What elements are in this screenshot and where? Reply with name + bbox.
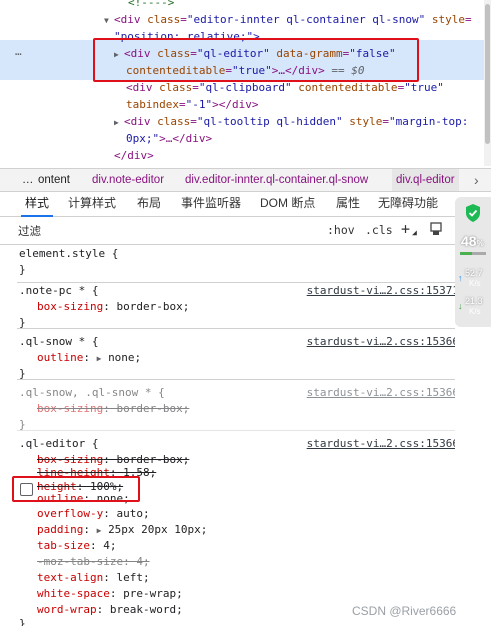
node-actions-ellipsis[interactable]: … [15,45,23,58]
rule-source-link[interactable]: stardust-vi…2.css:15366 [307,385,455,401]
red-annotation-box [12,476,140,502]
red-annotation-box [93,38,419,82]
rule-source-link[interactable]: stardust-vi…2.css:15366 [307,334,455,350]
tree-line-comment: <!----> [128,0,175,9]
style-property[interactable]: white-space: pre-wrap; [37,586,183,602]
tab-computed[interactable]: 计算样式 [68,191,116,216]
collapse-triangle-icon[interactable]: ▼ [104,12,114,29]
style-property[interactable]: text-align: left; [37,570,150,586]
rule-close-brace: } [19,617,26,626]
download-unit: K/s [469,307,481,316]
rule-source-link[interactable]: stardust-vi…2.css:15371 [307,283,455,299]
cpu-usage-fill [460,252,473,255]
tab-dom-breakpoints[interactable]: DOM 断点 [260,191,315,216]
new-rule-menu-icon[interactable]: ◢ [412,228,417,237]
styles-toolbar: 过滤 :hov .cls + ◢ [0,218,455,245]
sidebar-tabs: 样式 计算样式 布局 事件监听器 DOM 断点 属性 无障碍功能 [0,191,455,217]
download-speed: 21.3 [465,296,483,306]
tree-scrollbar[interactable] [484,0,491,166]
tree-line-close-div: </div> [114,149,154,162]
rule-selector[interactable]: .ql-snow * { [19,334,98,350]
upload-speed: 52.7 [465,268,483,278]
style-property[interactable]: word-wrap: break-word; [37,602,183,618]
system-monitor-widget[interactable]: 48% ↑ 52.7 K/s ↓ 21.3 K/s [455,197,491,327]
breadcrumb-item-content[interactable]: ontent [38,169,70,191]
tab-event-listeners[interactable]: 事件监听器 [181,191,241,216]
style-property[interactable]: padding: ▶ 25px 20px 10px; [37,522,207,538]
tab-styles[interactable]: 样式 [20,191,54,217]
download-arrow-icon: ↓ [458,301,463,311]
style-property[interactable]: overflow-y: auto; [37,506,150,522]
class-toggle-button[interactable]: .cls [365,223,393,237]
rule-ql-snow-overridden: .ql-snow, .ql-snow * { stardust-vi…2.css… [17,383,455,431]
expand-triangle-icon[interactable]: ▶ [97,354,102,363]
cpu-usage-value: 48% [461,233,484,249]
rule-ql-snow: .ql-snow * { stardust-vi…2.css:15366 out… [17,332,455,380]
breadcrumb-item-note-editor[interactable]: div.note-editor [92,169,164,191]
expand-triangle-icon[interactable]: ▶ [97,526,102,535]
style-property[interactable]: tab-size: 4; [37,538,116,554]
new-rule-button[interactable]: + [401,220,410,238]
tree-line-tabindex: tabindex="-1"></div> [126,98,259,111]
rule-ql-editor: .ql-editor { stardust-vi…2.css:15366 box… [17,434,455,626]
expand-triangle-icon[interactable]: ▶ [114,114,124,131]
filter-input[interactable]: 过滤 [18,223,41,239]
rule-element-style: element.style { } [17,244,455,283]
rule-source-link[interactable]: stardust-vi…2.css:15366 [307,436,455,452]
upload-arrow-icon: ↑ [458,273,463,283]
style-property[interactable]: box-sizing: border-box; [37,299,189,315]
rule-selector[interactable]: .ql-editor { [19,436,98,452]
rule-selector[interactable]: .ql-snow, .ql-snow * { [19,385,165,401]
computed-styles-toggle-icon[interactable] [429,222,443,239]
styles-pane: element.style { } .note-pc * { stardust-… [0,244,455,626]
tab-properties[interactable]: 属性 [336,191,360,216]
tree-line-margin: 0px;">…</div> [126,132,213,145]
breadcrumb-scroll-right-icon[interactable]: › [474,169,479,191]
rule-close-brace: } [19,367,26,380]
rule-note-pc: .note-pc * { stardust-vi…2.css:15371 box… [17,283,455,329]
watermark: CSDN @River6666 [352,604,457,618]
breadcrumb-more[interactable]: … [22,169,34,191]
tree-node-editor-container[interactable]: ▼ <div class="editor-innter ql-container … [104,11,472,28]
rule-selector[interactable]: .note-pc * { [19,283,98,299]
style-property-invalid[interactable]: -moz-tab-size: 4; [37,554,150,570]
tab-accessibility[interactable]: 无障碍功能 [378,191,438,216]
tab-layout[interactable]: 布局 [137,191,161,216]
cpu-usage-bar [460,252,486,255]
tree-node-ql-tooltip[interactable]: ▶ <div class="ql-tooltip ql-hidden" style… [114,113,468,130]
rule-close-brace: } [19,418,26,431]
rule-selector[interactable]: element.style { [19,246,118,262]
style-property-overridden[interactable]: box-sizing: border-box; [37,401,189,417]
hover-state-button[interactable]: :hov [327,223,355,237]
elements-tree[interactable]: … <!----> ▼ <div class="editor-innter ql-… [0,0,484,166]
style-property[interactable]: outline: ▶ none; [37,350,141,366]
shield-icon [466,204,480,222]
scrollbar-thumb[interactable] [485,4,490,144]
breadcrumb-item-ql-editor[interactable]: div.ql-editor [392,169,459,191]
breadcrumb-item-editor-container[interactable]: div.editor-innter.ql-container.ql-snow [185,169,368,191]
upload-unit: K/s [469,279,481,288]
rule-close-brace: } [19,316,26,329]
rule-close-brace: } [19,263,26,276]
breadcrumb: … ontent div.note-editor div.editor-innt… [0,168,491,192]
